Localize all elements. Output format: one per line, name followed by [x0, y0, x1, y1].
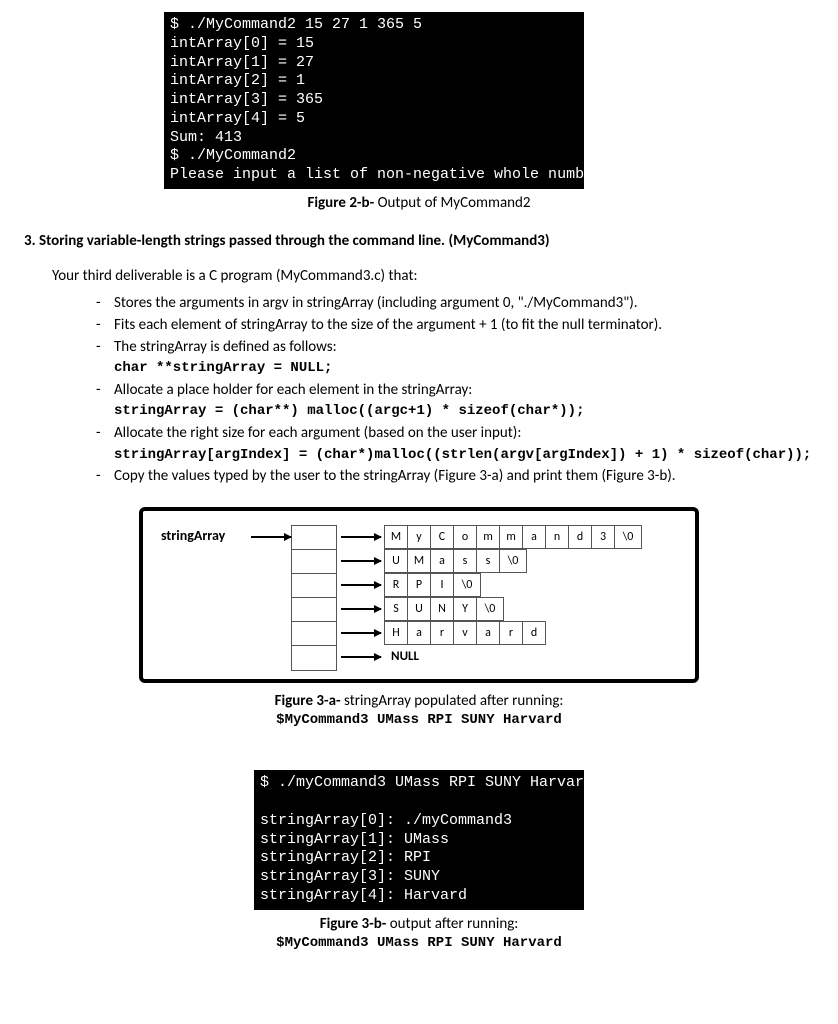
bullet-4: Allocate a place holder for each element… [96, 380, 814, 421]
bullet-5-text: Allocate the right size for each argumen… [114, 424, 521, 442]
char-cell: H [384, 621, 408, 645]
figure-3b-caption: Figure 3-b- output after running: [24, 914, 814, 934]
string-row: MyCommand3\0 [337, 525, 642, 549]
pointer-slot [292, 646, 336, 670]
arrow-icon [341, 536, 381, 538]
figure-2b-label: Figure 2-b- [307, 194, 374, 212]
section-3-intro: Your third deliverable is a C program (M… [52, 266, 814, 286]
string-row: RPI\0 [337, 573, 642, 597]
arrow-icon [341, 608, 381, 610]
char-cell: M [407, 549, 431, 573]
char-cell: 3 [591, 525, 615, 549]
char-cell: m [476, 525, 500, 549]
char-cell: C [430, 525, 454, 549]
null-label: NULL [391, 648, 419, 666]
char-cell: n [545, 525, 569, 549]
arrow-icon [341, 584, 381, 586]
figure-2b-caption: Figure 2-b- Output of MyCommand2 [24, 193, 814, 213]
figure-2b-text: Output of MyCommand2 [374, 194, 530, 212]
char-cell: S [384, 597, 408, 621]
arrow-icon [341, 560, 381, 562]
char-cell: m [499, 525, 523, 549]
char-cell: r [430, 621, 454, 645]
char-cells: Harvard [385, 621, 546, 645]
char-cell: I [430, 573, 454, 597]
pointer-slot [292, 526, 336, 550]
char-cell: y [407, 525, 431, 549]
bullet-6-text: Copy the values typed by the user to the… [114, 467, 676, 485]
char-cell: v [453, 621, 477, 645]
char-cell: d [522, 621, 546, 645]
char-cell: \0 [453, 573, 481, 597]
figure-3a-diagram: stringArray MyCommand3\0UMass\0RPI\0SUNY… [139, 507, 699, 683]
bullet-5: Allocate the right size for each argumen… [96, 423, 814, 464]
figure-3a-text: stringArray populated after running: [341, 692, 564, 710]
terminal-output-mycommand3: $ ./myCommand3 UMass RPI SUNY Harvard st… [254, 770, 584, 909]
char-cell: P [407, 573, 431, 597]
string-row: UMass\0 [337, 549, 642, 573]
string-row: Harvard [337, 621, 642, 645]
bullet-5-code: stringArray[argIndex] = (char*)malloc((s… [114, 447, 811, 463]
char-cell: r [499, 621, 523, 645]
string-row: SUNY\0 [337, 597, 642, 621]
char-cells: UMass\0 [385, 549, 527, 573]
char-cell: a [522, 525, 546, 549]
char-cell: Y [453, 597, 477, 621]
bullet-6: Copy the values typed by the user to the… [96, 466, 814, 486]
bullet-3-text: The stringArray is defined as follows: [114, 338, 337, 356]
section-3-heading: 3. Storing variable-length strings passe… [24, 231, 814, 251]
bullet-2-text: Fits each element of stringArray to the … [114, 316, 662, 334]
char-cell: M [384, 525, 408, 549]
char-cell: s [476, 549, 500, 573]
char-cell: N [430, 597, 454, 621]
string-rows: MyCommand3\0UMass\0RPI\0SUNY\0HarvardNUL… [337, 525, 642, 669]
char-cell: R [384, 573, 408, 597]
char-cell: a [407, 621, 431, 645]
null-row: NULL [337, 645, 642, 669]
char-cell: U [407, 597, 431, 621]
arrow-icon [341, 656, 381, 658]
bullet-3-code: char **stringArray = NULL; [114, 360, 332, 376]
char-cell: a [430, 549, 454, 573]
bullet-1: Stores the arguments in argv in stringAr… [96, 293, 814, 313]
char-cells: MyCommand3\0 [385, 525, 642, 549]
bullet-3: The stringArray is defined as follows: c… [96, 337, 814, 378]
char-cells: RPI\0 [385, 573, 481, 597]
arrow-icon [341, 632, 381, 634]
pointer-array [291, 525, 337, 671]
arrow-icon [251, 536, 291, 538]
figure-3b-command: $MyCommand3 UMass RPI SUNY Harvard [24, 934, 814, 953]
pointer-slot [292, 598, 336, 622]
char-cell: d [568, 525, 592, 549]
pointer-slot [292, 550, 336, 574]
figure-3a-caption: Figure 3-a- stringArray populated after … [24, 691, 814, 711]
char-cell: \0 [499, 549, 527, 573]
figure-3a-command: $MyCommand3 UMass RPI SUNY Harvard [24, 711, 814, 730]
section-3-bullets: Stores the arguments in argv in stringAr… [24, 293, 814, 487]
pointer-slot [292, 622, 336, 646]
char-cell: \0 [476, 597, 504, 621]
bullet-1-text: Stores the arguments in argv in stringAr… [114, 294, 638, 312]
bullet-4-text: Allocate a place holder for each element… [114, 381, 472, 399]
terminal-output-mycommand2: $ ./MyCommand2 15 27 1 365 5 intArray[0]… [164, 12, 584, 189]
char-cell: \0 [614, 525, 642, 549]
char-cells: SUNY\0 [385, 597, 504, 621]
figure-3b-text: output after running: [386, 915, 518, 933]
figure-3b-label: Figure 3-b- [320, 915, 387, 933]
char-cell: U [384, 549, 408, 573]
char-cell: a [476, 621, 500, 645]
bullet-4-code: stringArray = (char**) malloc((argc+1) *… [114, 403, 584, 419]
char-cell: s [453, 549, 477, 573]
diagram-pointer-label: stringArray [161, 527, 251, 546]
char-cell: o [453, 525, 477, 549]
figure-3a-label: Figure 3-a- [275, 692, 341, 710]
bullet-2: Fits each element of stringArray to the … [96, 315, 814, 335]
pointer-slot [292, 574, 336, 598]
